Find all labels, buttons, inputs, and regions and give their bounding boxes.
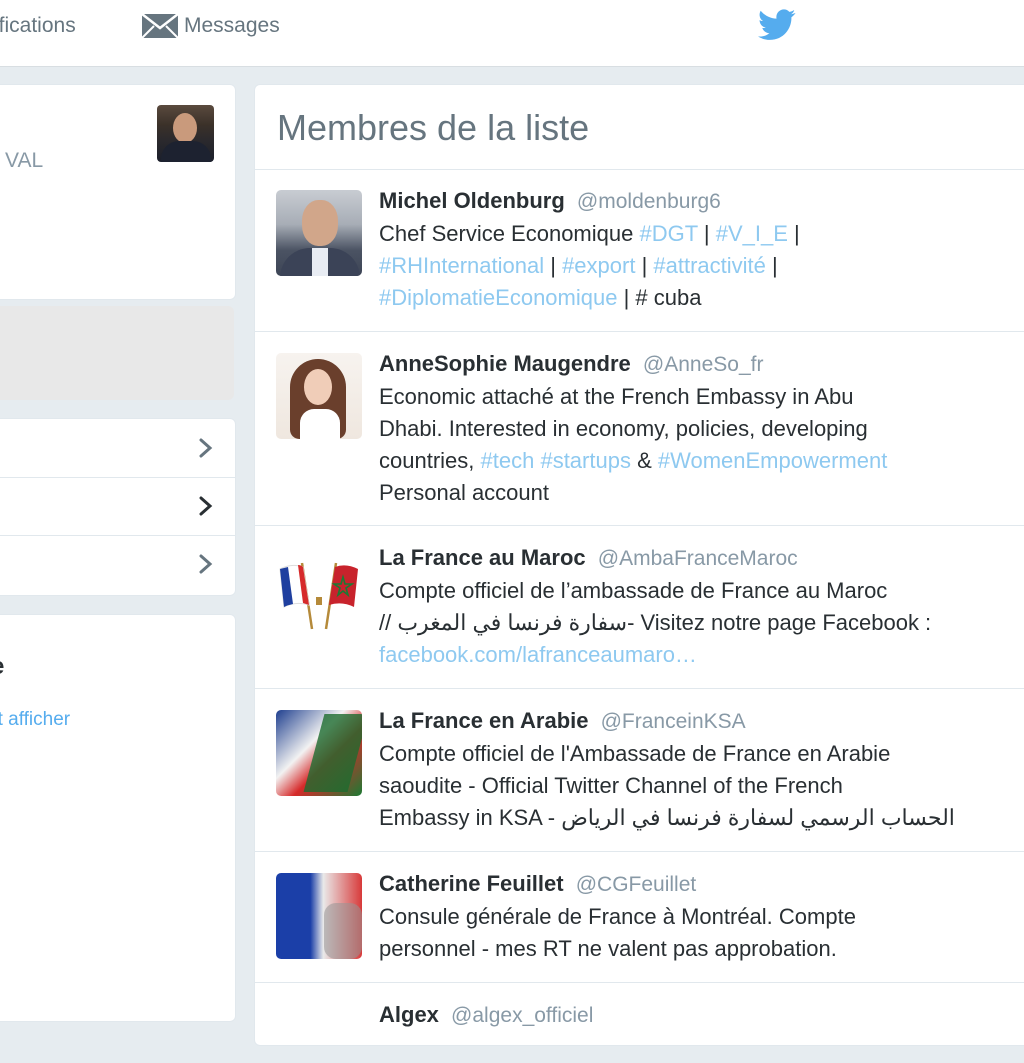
bio-text: // سفارة فرنسا في المغرب- Visitez notre … bbox=[379, 610, 932, 635]
bio-text: countries, bbox=[379, 448, 481, 473]
member-item[interactable]: Algex @algex_officiel bbox=[255, 983, 1024, 1063]
bio-text: | # cuba bbox=[617, 285, 702, 310]
bio-text: saoudite - Official Twitter Channel of t… bbox=[379, 773, 843, 798]
bio-text: Consule générale de France à Montréal. C… bbox=[379, 904, 856, 929]
member-avatar[interactable] bbox=[276, 353, 362, 439]
panel-header: Membres de la liste bbox=[255, 85, 1024, 170]
hashtag-link[interactable]: #V_I_E bbox=[716, 221, 788, 246]
bio-text: | bbox=[635, 253, 654, 278]
member-name[interactable]: La France en Arabie bbox=[379, 708, 588, 733]
bio-text: & bbox=[630, 448, 658, 473]
trends-change-link[interactable]: ut afficher bbox=[0, 709, 70, 731]
bio-text: | bbox=[697, 221, 716, 246]
member-handle[interactable]: @AmbaFranceMaroc bbox=[598, 547, 798, 570]
bio-line: #RHInternational | #export | #attractivi… bbox=[379, 250, 1019, 282]
bio-text: Dhabi. Interested in economy, policies, … bbox=[379, 416, 868, 441]
member-handle[interactable]: @CGFeuillet bbox=[576, 873, 697, 896]
bio-text: personnel - mes RT ne valent pas approba… bbox=[379, 936, 837, 961]
bio-line: countries, #tech #startups & #WomenEmpow… bbox=[379, 445, 1019, 477]
nav-messages-label: Messages bbox=[184, 14, 280, 37]
bio-text: Embassy in KSA - الحساب الرسمي لسفارة فر… bbox=[379, 805, 955, 830]
member-handle[interactable]: @AnneSo_fr bbox=[643, 353, 764, 376]
url-link[interactable]: facebook.com/lafranceaumaro… bbox=[379, 642, 697, 667]
bio-line: Economic attaché at the French Embassy i… bbox=[379, 381, 1019, 413]
member-item[interactable]: La France en Arabie @FranceinKSA Compte … bbox=[255, 689, 1024, 852]
bio-line: Compte officiel de l'Ambassade de France… bbox=[379, 738, 1019, 770]
member-bio: Economic attaché at the French Embassy i… bbox=[379, 381, 1019, 509]
menu-row[interactable] bbox=[0, 477, 235, 536]
member-name[interactable]: Michel Oldenburg bbox=[379, 188, 565, 213]
bio-text: Economic attaché at the French Embassy i… bbox=[379, 384, 854, 409]
bio-line: saoudite - Official Twitter Channel of t… bbox=[379, 770, 1019, 802]
bio-line: Dhabi. Interested in economy, policies, … bbox=[379, 413, 1019, 445]
nav-messages[interactable]: Messages bbox=[140, 0, 280, 52]
panel-title: Membres de la liste bbox=[277, 107, 590, 148]
member-avatar[interactable] bbox=[276, 710, 362, 796]
bio-text: | bbox=[544, 253, 563, 278]
bio-line: Embassy in KSA - الحساب الرسمي لسفارة فر… bbox=[379, 802, 1019, 834]
list-menu-card bbox=[0, 418, 236, 596]
nav-notifications[interactable]: ifications bbox=[0, 0, 76, 52]
bio-line: personnel - mes RT ne valent pas approba… bbox=[379, 933, 1019, 965]
hashtag-link[interactable]: #DiplomatieEconomique bbox=[379, 285, 617, 310]
chevron-right-icon bbox=[195, 553, 215, 575]
member-handle[interactable]: @moldenburg6 bbox=[577, 190, 721, 213]
bio-line: facebook.com/lafranceaumaro… bbox=[379, 639, 1019, 671]
member-avatar[interactable] bbox=[276, 190, 362, 276]
member-bio: Compte officiel de l’ambassade de France… bbox=[379, 575, 1019, 671]
member-bio: Compte officiel de l'Ambassade de France… bbox=[379, 738, 1019, 834]
profile-name[interactable]: VAL bbox=[5, 149, 43, 173]
trends-card: e ut afficher bbox=[0, 614, 236, 1022]
bio-text: Chef Service Economique bbox=[379, 221, 640, 246]
list-members-panel: Membres de la liste Michel Oldenburg @mo… bbox=[254, 84, 1024, 1046]
hashtag-link[interactable]: #attractivité bbox=[653, 253, 766, 278]
hashtag-link[interactable]: #RHInternational bbox=[379, 253, 544, 278]
profile-card: VAL bbox=[0, 84, 236, 300]
list-info-card bbox=[0, 306, 234, 400]
member-handle[interactable]: @FranceinKSA bbox=[601, 710, 746, 733]
member-bio: Chef Service Economique #DGT | #V_I_E | #… bbox=[379, 218, 1019, 314]
nav-notifications-label: ifications bbox=[0, 14, 76, 37]
member-item[interactable]: AnneSophie Maugendre @AnneSo_fr Economic… bbox=[255, 332, 1024, 526]
member-bio: Consule générale de France à Montréal. C… bbox=[379, 901, 1019, 965]
member-avatar[interactable] bbox=[276, 547, 362, 633]
bio-text: | bbox=[765, 253, 778, 278]
member-name[interactable]: La France au Maroc bbox=[379, 545, 586, 570]
top-navigation-bar: ifications Messages bbox=[0, 0, 1024, 67]
bio-text: Compte officiel de l’ambassade de France… bbox=[379, 578, 888, 603]
trends-title: e bbox=[0, 653, 4, 681]
member-item[interactable]: La France au Maroc @AmbaFranceMaroc Comp… bbox=[255, 526, 1024, 689]
bio-text: Personal account bbox=[379, 480, 549, 505]
hashtag-link[interactable]: #startups bbox=[540, 448, 631, 473]
member-name[interactable]: AnneSophie Maugendre bbox=[379, 351, 631, 376]
menu-row[interactable] bbox=[0, 419, 235, 478]
member-name[interactable]: Catherine Feuillet bbox=[379, 871, 564, 896]
member-avatar[interactable] bbox=[276, 873, 362, 959]
twitter-bird-icon[interactable] bbox=[758, 8, 796, 42]
hashtag-link[interactable]: #WomenEmpowerment bbox=[658, 448, 887, 473]
hashtag-link[interactable]: #DGT bbox=[639, 221, 697, 246]
bio-line: Personal account bbox=[379, 477, 1019, 509]
hashtag-link[interactable]: #export bbox=[562, 253, 635, 278]
member-name[interactable]: Algex bbox=[379, 1002, 439, 1027]
bio-line: Chef Service Economique #DGT | #V_I_E | bbox=[379, 218, 1019, 250]
chevron-right-icon bbox=[195, 495, 215, 517]
member-item[interactable]: Michel Oldenburg @moldenburg6 Chef Servi… bbox=[255, 169, 1024, 332]
profile-avatar[interactable] bbox=[157, 105, 214, 162]
bio-line: #DiplomatieEconomique | # cuba bbox=[379, 282, 1019, 314]
bio-text: | bbox=[787, 221, 800, 246]
bio-text: Compte officiel de l'Ambassade de France… bbox=[379, 741, 891, 766]
bio-line: Compte officiel de l’ambassade de France… bbox=[379, 575, 1019, 607]
bio-line: // سفارة فرنسا في المغرب- Visitez notre … bbox=[379, 607, 1019, 639]
hashtag-link[interactable]: #tech bbox=[481, 448, 535, 473]
menu-row[interactable] bbox=[0, 535, 235, 593]
bio-line: Consule générale de France à Montréal. C… bbox=[379, 901, 1019, 933]
envelope-icon bbox=[140, 10, 180, 42]
member-item[interactable]: Catherine Feuillet @CGFeuillet Consule g… bbox=[255, 852, 1024, 983]
chevron-right-icon bbox=[195, 437, 215, 459]
